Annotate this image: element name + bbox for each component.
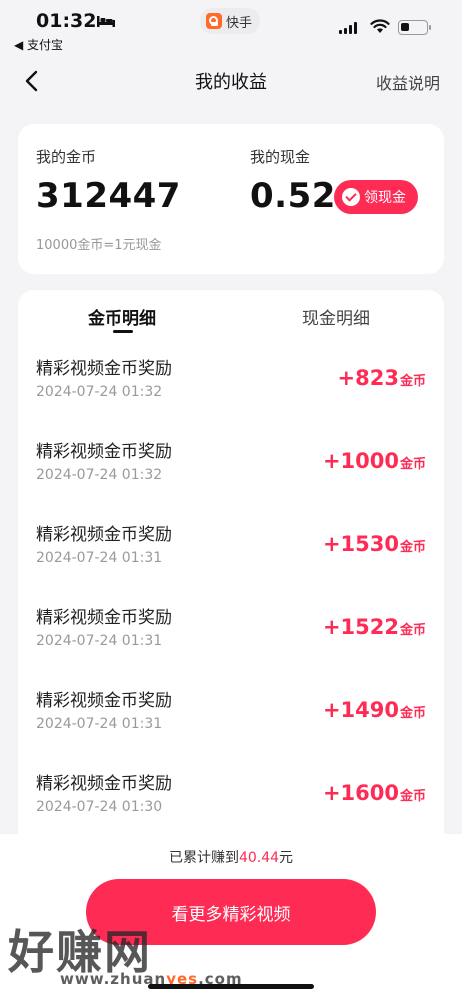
record-title: 精彩视频金币奖励 bbox=[36, 442, 172, 462]
record-amount: +1600 金币 bbox=[323, 781, 426, 805]
list-item: 精彩视频金币奖励 2024-07-24 01:31 +1490 金币 bbox=[18, 678, 444, 761]
detail-card: 金币明细 现金明细 精彩视频金币奖励 2024-07-24 01:32 +823… bbox=[18, 290, 444, 850]
record-amount-value: +1600 bbox=[322, 781, 399, 805]
record-amount-value: +1490 bbox=[322, 698, 399, 722]
record-time: 2024-07-24 01:32 bbox=[36, 384, 163, 400]
record-amount: +1530 金币 bbox=[323, 532, 426, 556]
record-amount-unit: 金币 bbox=[399, 374, 426, 389]
record-time: 2024-07-24 01:30 bbox=[36, 799, 163, 815]
earned-prefix: 已累计赚到 bbox=[168, 850, 239, 866]
earned-suffix: 元 bbox=[279, 850, 294, 866]
list-item: 精彩视频金币奖励 2024-07-24 01:30 +1600 金币 bbox=[18, 761, 444, 844]
status-bar: 01:32 ◀ 支付宝 快手 bbox=[0, 0, 462, 56]
record-amount-unit: 金币 bbox=[399, 789, 426, 804]
app-name: 快手 bbox=[226, 15, 253, 31]
coins-label: 我的金币 bbox=[36, 148, 97, 166]
bottom-panel: 已累计赚到40.44元 看更多精彩视频 好赚网 www.zhuanyes.com bbox=[0, 834, 462, 1000]
signal-icon bbox=[339, 22, 357, 34]
kuaishou-logo-icon bbox=[206, 13, 222, 29]
earned-amount: 40.44 bbox=[238, 850, 280, 866]
earnings-explanation-link[interactable]: 收益说明 bbox=[376, 70, 440, 94]
record-amount: +823 金币 bbox=[338, 366, 426, 390]
battery-icon bbox=[398, 20, 431, 35]
record-time: 2024-07-24 01:31 bbox=[36, 716, 163, 732]
coins-value: 312447 bbox=[36, 176, 181, 216]
list-item: 精彩视频金币奖励 2024-07-24 01:31 +1530 金币 bbox=[18, 512, 444, 595]
status-time: 01:32 bbox=[36, 10, 97, 32]
bed-icon bbox=[97, 16, 115, 27]
nav-bar: 我的收益 收益说明 bbox=[0, 58, 462, 102]
app-indicator-pill[interactable]: 快手 bbox=[200, 8, 261, 34]
claim-cash-button[interactable]: 领现金 bbox=[334, 180, 418, 214]
coin-record-list: 精彩视频金币奖励 2024-07-24 01:32 +823 金币 精彩视频金币奖… bbox=[18, 346, 444, 844]
list-item: 精彩视频金币奖励 2024-07-24 01:32 +823 金币 bbox=[18, 346, 444, 429]
record-amount-unit: 金币 bbox=[399, 706, 426, 721]
claim-cash-label: 领现金 bbox=[364, 190, 406, 206]
back-to-app-link[interactable]: ◀ 支付宝 bbox=[14, 36, 63, 53]
home-indicator[interactable] bbox=[148, 984, 314, 989]
record-title: 精彩视频金币奖励 bbox=[36, 359, 172, 379]
record-time: 2024-07-24 01:32 bbox=[36, 467, 163, 483]
record-amount-unit: 金币 bbox=[399, 540, 426, 555]
tab-cash-details[interactable]: 现金明细 bbox=[302, 304, 370, 329]
list-item: 精彩视频金币奖励 2024-07-24 01:32 +1000 金币 bbox=[18, 429, 444, 512]
record-title: 精彩视频金币奖励 bbox=[36, 774, 172, 794]
record-title: 精彩视频金币奖励 bbox=[36, 691, 172, 711]
record-amount-unit: 金币 bbox=[399, 457, 426, 472]
detail-tabs: 金币明细 现金明细 bbox=[18, 290, 444, 346]
check-icon bbox=[342, 188, 360, 206]
record-amount-value: +823 bbox=[337, 366, 399, 390]
cash-value: 0.52 bbox=[250, 176, 336, 216]
record-amount: +1522 金币 bbox=[323, 615, 426, 639]
record-title: 精彩视频金币奖励 bbox=[36, 608, 172, 628]
record-amount-value: +1000 bbox=[322, 449, 399, 473]
record-time: 2024-07-24 01:31 bbox=[36, 633, 163, 649]
list-item: 精彩视频金币奖励 2024-07-24 01:31 +1522 金币 bbox=[18, 595, 444, 678]
exchange-rate-note: 10000金币=1元现金 bbox=[36, 238, 162, 253]
total-earned-text: 已累计赚到40.44元 bbox=[0, 847, 462, 867]
record-amount-value: +1530 bbox=[322, 532, 399, 556]
record-amount-value: +1522 bbox=[322, 615, 399, 639]
wifi-icon bbox=[370, 19, 390, 33]
record-title: 精彩视频金币奖励 bbox=[36, 525, 172, 545]
active-tab-indicator bbox=[113, 330, 133, 333]
record-amount: +1000 金币 bbox=[323, 449, 426, 473]
cash-label: 我的现金 bbox=[250, 148, 311, 166]
record-time: 2024-07-24 01:31 bbox=[36, 550, 163, 566]
record-amount-unit: 金币 bbox=[399, 623, 426, 638]
tab-coin-details[interactable]: 金币明细 bbox=[88, 304, 156, 329]
record-amount: +1490 金币 bbox=[323, 698, 426, 722]
earnings-summary-card: 我的金币 312447 我的现金 0.52 领现金 10000金币=1元现金 bbox=[18, 124, 444, 274]
